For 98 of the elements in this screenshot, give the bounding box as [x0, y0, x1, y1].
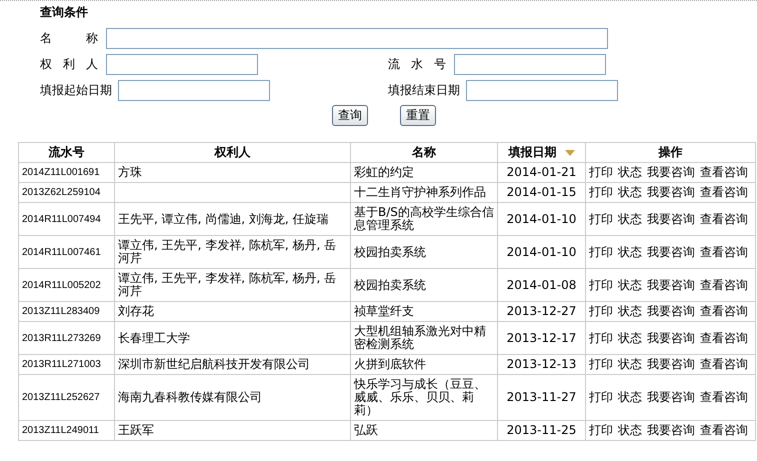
table-cell: 谭立伟, 王先平, 李发祥, 陈杭军, 杨丹, 岳河芹: [114, 236, 350, 268]
table-cell: 火拼到底软件: [350, 354, 498, 374]
column-header[interactable]: 流水号: [18, 142, 114, 162]
column-header[interactable]: 操作: [586, 142, 756, 162]
table-cell: 2013-11-25: [498, 420, 586, 440]
action-link[interactable]: 查看咨询: [700, 212, 748, 226]
table-cell: 2013Z11L249011: [18, 420, 114, 440]
table-cell: 2014-01-08: [498, 268, 586, 302]
table-cell: 2014R11L005202: [18, 268, 114, 302]
table-cell: 2014Z11L001691: [18, 162, 114, 182]
table-cell: 海南九春科教传媒有限公司: [114, 374, 350, 420]
action-link[interactable]: 状态: [618, 357, 642, 371]
input-field[interactable]: [118, 80, 270, 100]
table-cell: 2014R11L007461: [18, 236, 114, 268]
action-link[interactable]: 查看咨询: [700, 357, 748, 371]
table-cell: 2014-01-15: [498, 182, 586, 202]
action-link[interactable]: 我要咨询: [647, 390, 695, 404]
action-link[interactable]: 状态: [618, 212, 642, 226]
action-link[interactable]: 查看咨询: [700, 330, 748, 344]
field-label: 填报结束日期: [388, 82, 460, 98]
action-link[interactable]: 查看咨询: [700, 278, 748, 292]
action-link[interactable]: 状态: [618, 330, 642, 344]
table-cell: 祯草堂纤支: [350, 302, 498, 322]
action-link[interactable]: 打印: [589, 423, 613, 437]
field-label: 权利人: [40, 56, 98, 72]
table-cell: 2013Z11L283409: [18, 302, 114, 322]
table-cell: 深圳市新世纪启航科技开发有限公司: [114, 354, 350, 374]
table-cell: 2014-01-10: [498, 236, 586, 268]
action-link[interactable]: 打印: [589, 304, 613, 318]
action-link[interactable]: 查看咨询: [700, 423, 748, 437]
action-link[interactable]: 我要咨询: [647, 423, 695, 437]
table-cell: 2013-12-13: [498, 354, 586, 374]
action-link[interactable]: 状态: [618, 244, 642, 258]
action-link[interactable]: 打印: [589, 212, 613, 226]
table-cell: 2013Z62L259104: [18, 182, 114, 202]
action-link[interactable]: 状态: [618, 278, 642, 292]
table-cell: 基于B/S的高校学生综合信息管理系统: [350, 202, 498, 236]
column-header[interactable]: 填报日期: [498, 142, 586, 162]
column-header[interactable]: 权利人: [114, 142, 350, 162]
table-cell: 刘存花: [114, 302, 350, 322]
table-cell: 2013R11L273269: [18, 322, 114, 354]
reset-button[interactable]: 重置: [400, 105, 436, 126]
action-link[interactable]: 我要咨询: [647, 244, 695, 258]
table-cell: 2014-01-21: [498, 162, 586, 182]
table-cell: 2014R11L007494: [18, 202, 114, 236]
action-link[interactable]: 我要咨询: [647, 165, 695, 179]
action-link[interactable]: 查看咨询: [700, 185, 748, 199]
action-link[interactable]: 打印: [589, 357, 613, 371]
sort-down-icon[interactable]: [564, 150, 574, 156]
table-cell: 2013-12-27: [498, 302, 586, 322]
table-cell: 十二生肖守护神系列作品: [350, 182, 498, 202]
action-link[interactable]: 状态: [618, 185, 642, 199]
table-cell: 长春理工大学: [114, 322, 350, 354]
action-link[interactable]: 我要咨询: [647, 330, 695, 344]
table-cell: 大型机组轴系激光对中精密检测系统: [350, 322, 498, 354]
table-cell: 校园拍卖系统: [350, 268, 498, 302]
field-label: 流水号: [388, 56, 446, 72]
action-link[interactable]: 打印: [589, 278, 613, 292]
action-link[interactable]: 状态: [618, 304, 642, 318]
table-cell: 2013-11-27: [498, 374, 586, 420]
input-field[interactable]: [466, 80, 618, 100]
action-link[interactable]: 查看咨询: [700, 165, 748, 179]
table-cell: 王跃军: [114, 420, 350, 440]
action-link[interactable]: 打印: [589, 330, 613, 344]
action-link[interactable]: 打印: [589, 390, 613, 404]
panel-title: 查询条件: [40, 4, 88, 21]
action-link[interactable]: 打印: [589, 165, 613, 179]
action-link[interactable]: 打印: [589, 185, 613, 199]
table-cell: 弘跃: [350, 420, 498, 440]
table-cell: 2014-01-10: [498, 202, 586, 236]
action-link[interactable]: 状态: [618, 165, 642, 179]
table-cell: 彩虹的约定: [350, 162, 498, 182]
action-link[interactable]: 我要咨询: [647, 357, 695, 371]
action-link[interactable]: 查看咨询: [700, 244, 748, 258]
action-link[interactable]: 打印: [589, 244, 613, 258]
table-cell: 王先平, 谭立伟, 尚儒迪, 刘海龙, 任旋瑞: [114, 202, 350, 236]
table-cell: 谭立伟, 王先平, 李发祥, 陈杭军, 杨丹, 岳河芹: [114, 268, 350, 302]
action-link[interactable]: 我要咨询: [647, 212, 695, 226]
action-link[interactable]: 我要咨询: [647, 185, 695, 199]
action-link[interactable]: 查看咨询: [700, 304, 748, 318]
column-header[interactable]: 名称: [350, 142, 498, 162]
table-cell: 2013R11L271003: [18, 354, 114, 374]
table-cell: 快乐学习与成长（豆豆、威威、乐乐、贝贝、莉莉）: [350, 374, 498, 420]
action-link[interactable]: 我要咨询: [647, 278, 695, 292]
action-link[interactable]: 我要咨询: [647, 304, 695, 318]
table-cell: 方珠: [114, 162, 350, 182]
input-field[interactable]: [454, 54, 606, 74]
action-link[interactable]: 状态: [618, 390, 642, 404]
table-cell: 2013Z11L252627: [18, 374, 114, 420]
search-button[interactable]: 查询: [332, 105, 368, 126]
field-label: 名称: [40, 30, 98, 46]
table-cell: 2013-12-17: [498, 322, 586, 354]
action-link[interactable]: 状态: [618, 423, 642, 437]
field-label: 填报起始日期: [40, 82, 112, 98]
table-cell: 校园拍卖系统: [350, 236, 498, 268]
action-link[interactable]: 查看咨询: [700, 390, 748, 404]
input-field[interactable]: [106, 54, 258, 74]
input-field[interactable]: [106, 28, 608, 48]
